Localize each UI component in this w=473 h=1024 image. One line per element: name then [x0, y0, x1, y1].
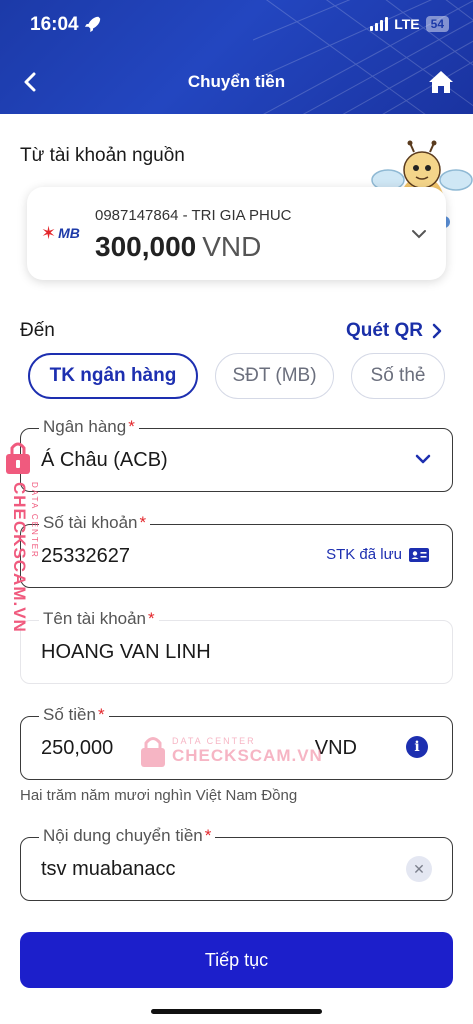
account-name-field: Tên tài khoản * HOANG VAN LINH	[20, 609, 453, 684]
battery-icon: 54	[425, 16, 449, 32]
amount-label-text: Số tiền	[43, 705, 96, 724]
bank-required-mark: *	[128, 417, 135, 436]
account-name-label-text: Tên tài khoản	[43, 609, 147, 628]
chevron-right-icon	[432, 323, 442, 339]
mb-star-icon: ✶	[41, 223, 57, 243]
home-indicator	[151, 1009, 322, 1014]
account-number-field[interactable]: Số tài khoản * 25332627 STK đã lưu	[20, 513, 453, 588]
continue-button[interactable]: Tiếp tục	[20, 932, 453, 988]
source-account-card[interactable]: ✶ MB 0987147864 - TRI GIA PHUC 300,000 VN…	[27, 187, 446, 280]
bank-value: Á Châu (ACB)	[41, 449, 168, 471]
transfer-content-label-text: Nội dung chuyển tiền	[43, 826, 203, 845]
balance-amount: 300,000	[95, 231, 197, 262]
account-number-required-mark: *	[139, 513, 147, 532]
status-indicators: LTE 54	[370, 16, 449, 32]
rocket-icon	[84, 16, 101, 33]
bank-field-label: Ngân hàng *	[39, 417, 139, 437]
source-account-line: 0987147864 - TRI GIA PHUC	[95, 207, 292, 224]
home-icon[interactable]	[427, 68, 455, 96]
account-name-required-mark: *	[148, 609, 155, 628]
watermark-center-brand: CHECKSCAM.VN	[172, 746, 323, 765]
signal-icon	[370, 17, 389, 31]
checkscam-watermark-center: DATA CENTER CHECKSCAM.VN	[140, 734, 323, 768]
tab-phone-mb[interactable]: SĐT (MB)	[215, 353, 334, 399]
destination-section-label: Đến	[20, 320, 55, 341]
contact-card-icon	[409, 547, 429, 562]
clear-icon[interactable]: ✕	[406, 856, 432, 882]
account-number-label: Số tài khoản *	[39, 513, 151, 533]
bank-label-text: Ngân hàng	[43, 417, 127, 436]
scan-qr-link[interactable]: Quét QR	[346, 320, 443, 342]
balance-currency: VND	[202, 231, 262, 262]
account-number-value: 25332627	[41, 545, 130, 567]
amount-label: Số tiền *	[39, 705, 109, 725]
network-label: LTE	[394, 16, 420, 32]
amount-in-words: Hai trăm năm mươi nghìn Việt Nam Đồng	[20, 787, 298, 804]
checkscam-watermark-side: CHECKSCAM.VN DATA CENTER	[6, 442, 39, 633]
account-number-label-text: Số tài khoản	[43, 513, 138, 532]
source-section-label: Từ tài khoản nguồn	[20, 145, 185, 166]
amount-value: 250,000	[41, 737, 114, 759]
saved-accounts-link[interactable]: STK đã lưu	[326, 546, 430, 563]
account-name-label: Tên tài khoản *	[39, 609, 159, 629]
watermark-center-sub: DATA CENTER	[172, 736, 256, 746]
page-title: Chuyển tiền	[187, 72, 286, 91]
watermark-sub-text: DATA CENTER	[30, 482, 39, 559]
status-time: 16:04	[30, 14, 79, 35]
saved-accounts-label: STK đã lưu	[326, 546, 402, 563]
info-icon[interactable]: i	[406, 736, 428, 758]
scan-qr-label: Quét QR	[345, 320, 423, 341]
watermark-brand-text: CHECKSCAM.VN	[10, 482, 29, 633]
watermark-center-text: DATA CENTER CHECKSCAM.VN	[172, 736, 323, 766]
transfer-content-required-mark: *	[204, 826, 212, 845]
account-name-value: HOANG VAN LINH	[41, 641, 211, 663]
amount-required-mark: *	[97, 705, 105, 724]
app-header: 16:04 LTE 54 Chuyển tiền	[0, 0, 473, 114]
transfer-content-label: Nội dung chuyển tiền *	[39, 826, 216, 846]
tab-bank-account[interactable]: TK ngân hàng	[28, 353, 198, 399]
source-balance: 300,000 VND	[95, 231, 261, 263]
lock-icon	[141, 737, 165, 767]
transfer-content-value: tsv muabanacc	[41, 858, 176, 880]
mb-bank-logo: ✶ MB	[41, 224, 80, 242]
chevron-down-icon[interactable]	[410, 227, 428, 241]
chevron-down-icon	[415, 454, 431, 464]
mb-logo-text: MB	[58, 225, 80, 241]
transfer-content-field[interactable]: Nội dung chuyển tiền * tsv muabanacc ✕	[20, 826, 453, 901]
tab-card-number[interactable]: Số thẻ	[351, 353, 445, 399]
bank-select[interactable]: Ngân hàng * Á Châu (ACB)	[20, 417, 453, 492]
